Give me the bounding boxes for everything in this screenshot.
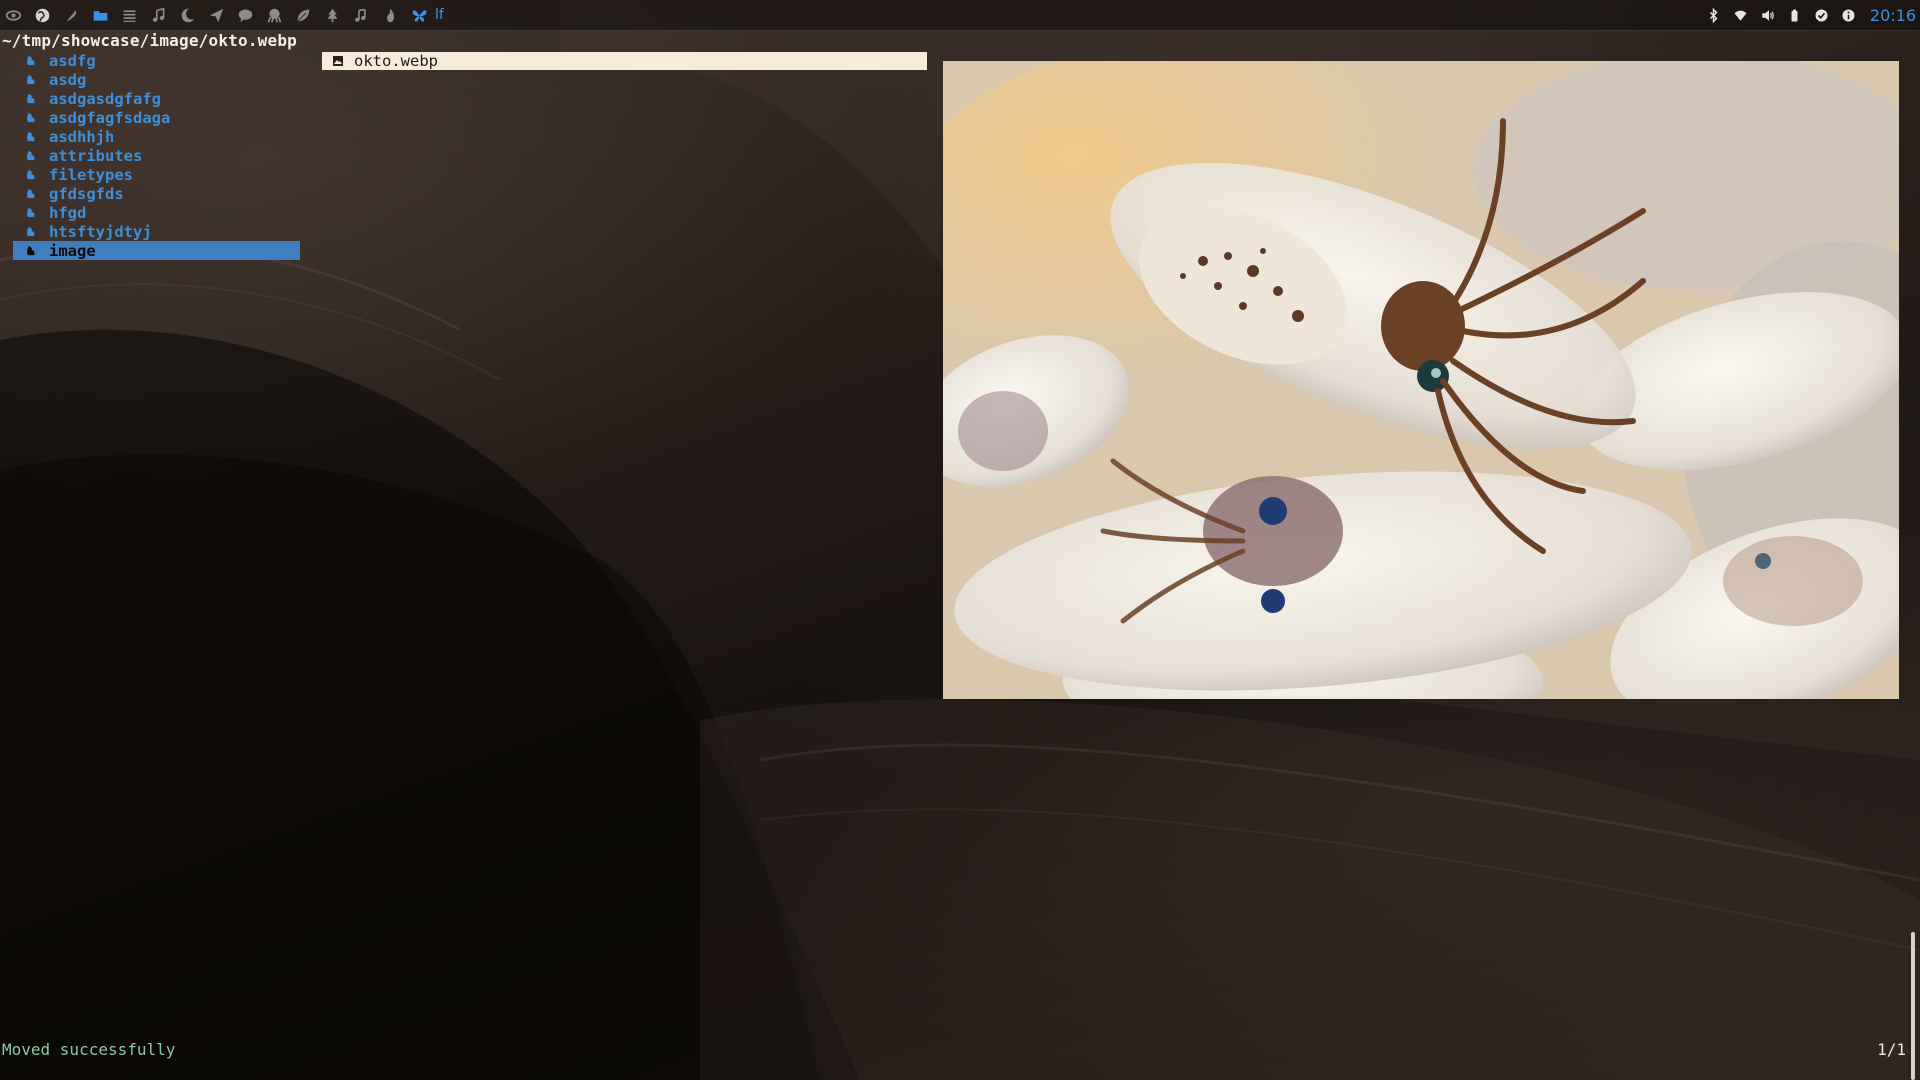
music-icon[interactable] bbox=[149, 6, 168, 25]
directory-item[interactable]: asdg bbox=[13, 70, 300, 89]
paper-plane-icon[interactable] bbox=[207, 6, 226, 25]
tree-icon[interactable] bbox=[323, 6, 342, 25]
list-icon[interactable] bbox=[120, 6, 139, 25]
folder-icon bbox=[25, 130, 39, 144]
directory-item[interactable]: asdhhjh bbox=[13, 127, 300, 146]
directory-name: hfgd bbox=[49, 203, 87, 222]
directory-item[interactable]: asdgfagfsdaga bbox=[13, 108, 300, 127]
folder-icon bbox=[25, 149, 39, 163]
globe-icon[interactable] bbox=[33, 6, 52, 25]
leaf-icon[interactable] bbox=[294, 6, 313, 25]
image-file-icon bbox=[332, 55, 344, 67]
info-icon[interactable] bbox=[1839, 6, 1858, 25]
launcher-icons: lf bbox=[0, 0, 444, 30]
directory-name: asdgasdgfafg bbox=[49, 89, 161, 108]
directory-name: asdhhjh bbox=[49, 127, 115, 146]
active-window-title: lf bbox=[435, 7, 444, 23]
folder-icon bbox=[25, 187, 39, 201]
clock[interactable]: 20:16 bbox=[1870, 6, 1916, 25]
fire-icon[interactable] bbox=[381, 6, 400, 25]
position-indicator: 1/1 bbox=[1877, 1040, 1906, 1059]
current-path: ~/tmp/showcase/image/okto.webp bbox=[2, 31, 297, 50]
butterfly-icon bbox=[410, 6, 429, 25]
battery-icon[interactable] bbox=[1785, 6, 1804, 25]
folder-icon bbox=[25, 168, 39, 182]
folder-icon bbox=[25, 244, 39, 258]
image-preview bbox=[943, 61, 1899, 699]
network-icon[interactable] bbox=[1731, 6, 1750, 25]
directory-name: asdfg bbox=[49, 51, 96, 70]
directory-item[interactable]: asdfg bbox=[13, 51, 300, 70]
directory-item[interactable]: asdgasdgfafg bbox=[13, 89, 300, 108]
file-name: okto.webp bbox=[354, 52, 438, 70]
directory-item[interactable]: gfdsgfds bbox=[13, 184, 300, 203]
directory-item[interactable]: hfgd bbox=[13, 203, 300, 222]
directory-item[interactable]: filetypes bbox=[13, 165, 300, 184]
check-icon[interactable] bbox=[1812, 6, 1831, 25]
folder-icon[interactable] bbox=[91, 6, 110, 25]
directory-list: asdfg asdg asdgasdgfafg asdgfagfsdaga asdhhj… bbox=[13, 51, 300, 260]
directory-name: gfdsgfds bbox=[49, 184, 124, 203]
folder-icon bbox=[25, 225, 39, 239]
feather-icon[interactable] bbox=[62, 6, 81, 25]
folder-icon bbox=[25, 92, 39, 106]
system-tray: 20:16 bbox=[1704, 0, 1916, 30]
directory-item[interactable]: attributes bbox=[13, 146, 300, 165]
directory-name: htsftyjdtyj bbox=[49, 222, 152, 241]
folder-icon bbox=[25, 54, 39, 68]
folder-icon bbox=[25, 73, 39, 87]
scrollbar[interactable] bbox=[1911, 932, 1915, 1080]
bluetooth-icon[interactable] bbox=[1704, 6, 1723, 25]
status-message: Moved successfully bbox=[2, 1040, 176, 1059]
directory-item[interactable]: image bbox=[13, 241, 300, 260]
directory-item[interactable]: htsftyjdtyj bbox=[13, 222, 300, 241]
moon-icon[interactable] bbox=[178, 6, 197, 25]
volume-icon[interactable] bbox=[1758, 6, 1777, 25]
directory-name: attributes bbox=[49, 146, 143, 165]
directory-name: image bbox=[49, 241, 96, 260]
chat-icon[interactable] bbox=[236, 6, 255, 25]
directory-name: filetypes bbox=[49, 165, 133, 184]
top-panel: lf 20:16 bbox=[0, 0, 1920, 31]
octopus-eggs-photo bbox=[943, 61, 1899, 699]
directory-name: asdgfagfsdaga bbox=[49, 108, 171, 127]
folder-icon bbox=[25, 206, 39, 220]
notes-icon[interactable] bbox=[352, 6, 371, 25]
file-list-item[interactable]: okto.webp bbox=[322, 52, 927, 70]
eye-icon[interactable] bbox=[4, 6, 23, 25]
octopus-icon[interactable] bbox=[265, 6, 284, 25]
active-window[interactable]: lf bbox=[410, 6, 444, 25]
directory-name: asdg bbox=[49, 70, 87, 89]
folder-icon bbox=[25, 111, 39, 125]
